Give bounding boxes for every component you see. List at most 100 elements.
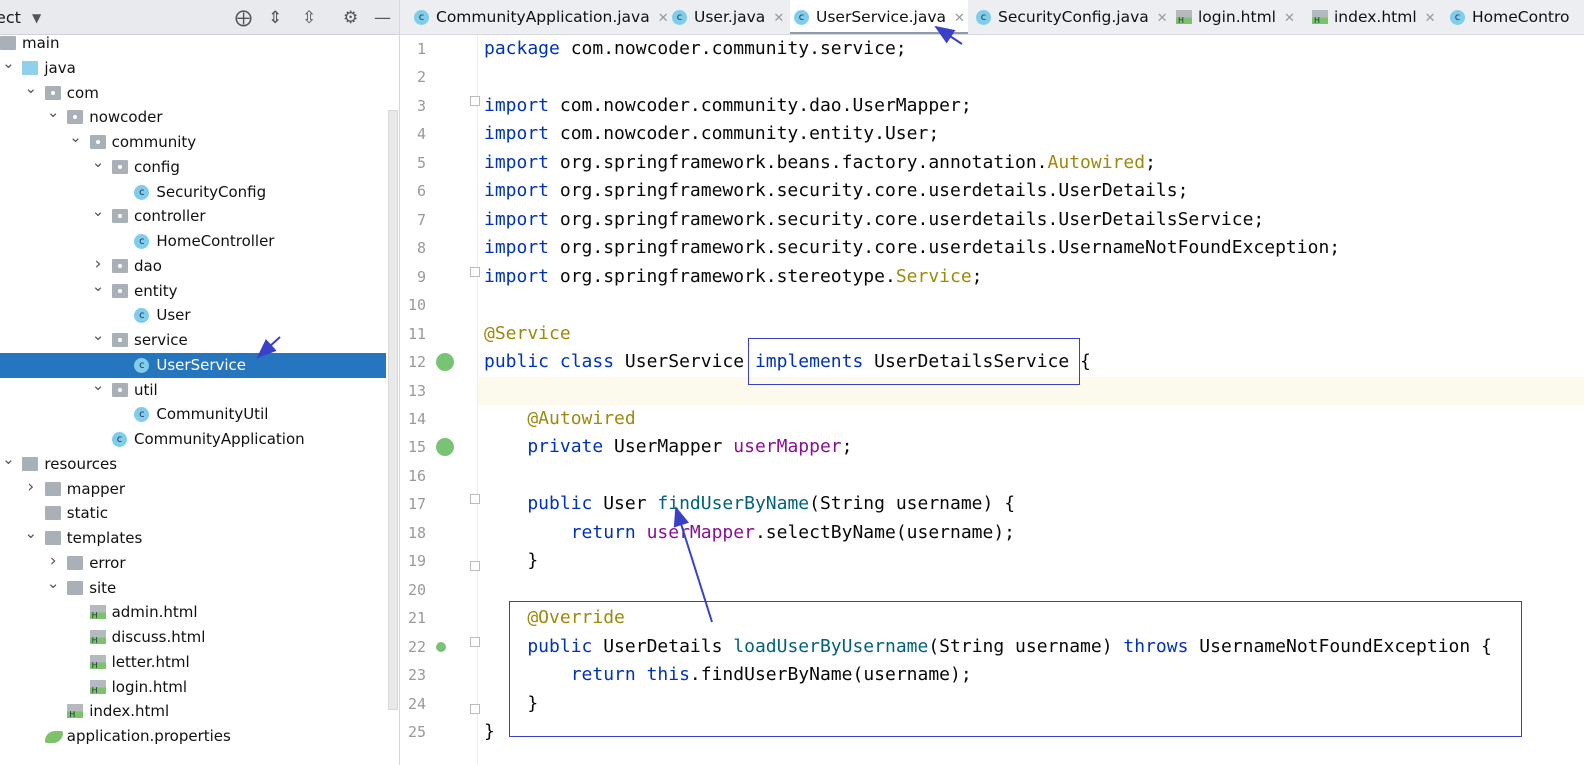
tab-communityapplication-java[interactable]: c CommunityApplication.java ✕ (410, 0, 669, 34)
tree-item[interactable]: c HomeController (0, 229, 386, 254)
tree-item[interactable]: Hletter.html (0, 650, 386, 675)
chevron-down-icon[interactable]: ⌄ (91, 202, 105, 220)
implemented-gutter-icon[interactable] (436, 353, 454, 372)
tree-item[interactable]: main (0, 31, 386, 56)
code-token: import (484, 151, 560, 173)
tree-item[interactable]: application.properties (0, 724, 386, 749)
chevron-right-icon[interactable]: › (46, 551, 60, 571)
package-icon (112, 258, 128, 273)
chevron-right-icon[interactable]: › (91, 254, 105, 274)
tab-securityconfig-java[interactable]: c SecurityConfig.java ✕ (972, 0, 1168, 34)
fold-marker-icon[interactable] (470, 636, 480, 647)
chevron-down-icon[interactable]: ⌄ (91, 277, 105, 295)
code-token: import (484, 123, 560, 145)
tree-item[interactable]: Hadmin.html (0, 600, 386, 625)
tree-item[interactable]: c CommunityApplication (0, 427, 386, 452)
expand-all-icon[interactable]: ⇕ (268, 8, 282, 28)
close-icon[interactable]: ✕ (773, 11, 784, 26)
package-icon (112, 283, 128, 298)
tree-item-label: index.html (89, 702, 170, 721)
tree-item[interactable]: ⌄ templates (0, 524, 386, 551)
tree-item[interactable]: › error (0, 551, 386, 576)
code-line: public User findUserByName(String userna… (484, 490, 1015, 518)
tree-item[interactable]: static (0, 501, 386, 526)
tree-item[interactable]: ⌄ site (0, 574, 386, 601)
tree-item-label: templates (66, 529, 143, 547)
tree-item-label: CommunityUtil (156, 405, 269, 424)
tab-login-html[interactable]: Hlogin.html ✕ (1172, 0, 1304, 34)
tree-item[interactable]: c CommunityUtil (0, 402, 386, 427)
chevron-down-icon[interactable]: ⌄ (69, 128, 83, 146)
chevron-down-icon[interactable]: ⌄ (91, 153, 105, 171)
folder-icon (44, 506, 61, 521)
gear-icon[interactable]: ⚙ (343, 8, 358, 28)
tree-item[interactable]: ⌄ community (0, 128, 386, 155)
tab-index-html[interactable]: Hindex.html ✕ (1308, 0, 1442, 34)
chevron-down-icon[interactable]: ⌄ (1, 450, 15, 468)
tree-item[interactable]: c UserService (0, 352, 386, 378)
tree-item[interactable]: › dao (0, 254, 386, 279)
close-icon[interactable]: ✕ (1284, 11, 1295, 26)
class-icon: c (976, 10, 991, 25)
tree-item[interactable]: ⌄ resources (0, 450, 386, 477)
package-icon (67, 110, 84, 125)
fold-marker-icon[interactable] (470, 703, 480, 714)
close-icon[interactable]: ✕ (658, 11, 669, 26)
collapse-all-icon[interactable]: ⇳ (302, 8, 316, 28)
tree-item[interactable]: ⌄ util (0, 376, 386, 403)
chevron-down-icon[interactable]: ⌄ (24, 524, 38, 542)
project-view-selector[interactable]: ect (0, 8, 21, 27)
html-file-icon: H (89, 679, 106, 694)
tree-item[interactable]: ⌄ entity (0, 277, 386, 304)
tree-item[interactable]: ⌄ java (0, 54, 386, 81)
code-token: import (484, 265, 560, 287)
chevron-down-icon[interactable]: ⌄ (24, 79, 38, 97)
fold-marker-icon[interactable] (470, 561, 480, 572)
tab-userservice-java[interactable]: c UserService.java ✕ (790, 0, 968, 34)
fold-marker-icon[interactable] (470, 266, 480, 277)
code-token: @Service (484, 322, 571, 344)
code-token: UserService (624, 351, 755, 373)
line-number: 20 (407, 580, 426, 599)
code-line: import com.nowcoder.community.dao.UserMa… (484, 92, 972, 120)
locate-icon[interactable]: ⨁ (235, 8, 252, 28)
tree-item[interactable]: › mapper (0, 477, 386, 502)
line-number: 19 (407, 552, 426, 571)
fold-marker-icon[interactable] (470, 494, 480, 505)
tree-item[interactable]: Hindex.html (0, 699, 386, 724)
chevron-down-icon[interactable]: ⌄ (91, 376, 105, 394)
chevron-down-icon[interactable]: ⌄ (46, 103, 60, 121)
chevron-down-icon[interactable]: ▼ (32, 11, 41, 25)
tree-item[interactable]: ⌄ com (0, 79, 386, 106)
implements-method-gutter-icon[interactable] (436, 641, 446, 652)
chevron-right-icon[interactable]: › (24, 477, 38, 497)
tab-homecontro[interactable]: c HomeContro (1446, 0, 1584, 34)
line-number: 21 (407, 609, 426, 628)
tree-item[interactable]: ⌄ controller (0, 202, 386, 229)
code-token: ; (1145, 151, 1156, 173)
injection-gutter-icon[interactable] (436, 438, 454, 457)
tree-item[interactable]: c User (0, 303, 386, 328)
tree-item[interactable]: Hdiscuss.html (0, 625, 386, 650)
code-editor[interactable]: 1 2 3 4 5 6 7 8 9 10 11 12 13 14 15 16 17 18 19 20 21 22 23 24 2… (400, 35, 1584, 765)
tree-scrollbar[interactable] (388, 110, 398, 710)
tree-item[interactable]: ⌄ nowcoder (0, 103, 386, 130)
close-icon[interactable]: ✕ (954, 11, 965, 26)
folder-icon (67, 580, 84, 595)
chevron-down-icon[interactable]: ⌄ (91, 326, 105, 344)
code-token: com.nowcoder.community.service; (570, 38, 907, 59)
tree-item-label: mapper (66, 479, 126, 498)
chevron-down-icon[interactable]: ⌄ (1, 54, 15, 72)
close-icon[interactable]: ✕ (1425, 11, 1436, 26)
chevron-down-icon[interactable]: ⌄ (46, 574, 60, 592)
tree-item[interactable]: ⌄ config (0, 153, 386, 180)
fold-marker-icon[interactable] (470, 95, 480, 106)
package-icon (89, 135, 106, 149)
close-icon[interactable]: ✕ (1157, 11, 1168, 26)
minimize-icon[interactable]: — (374, 8, 391, 28)
tree-item[interactable]: Hlogin.html (0, 675, 386, 700)
code-token: userMapper (646, 521, 755, 543)
tree-item[interactable]: c SecurityConfig (0, 180, 386, 205)
tree-item[interactable]: ⌄ service (0, 326, 386, 353)
tab-user-java[interactable]: c User.java ✕ (668, 0, 786, 34)
